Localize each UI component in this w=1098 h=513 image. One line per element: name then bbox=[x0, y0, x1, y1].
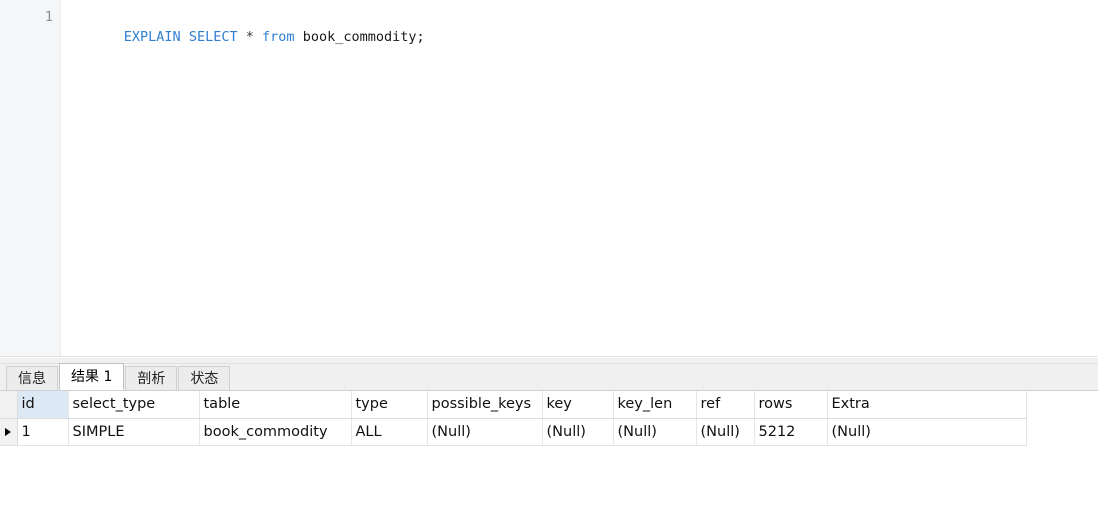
explain-result-grid[interactable]: id select_type table type possible_keys … bbox=[0, 391, 1027, 446]
column-header-key[interactable]: key bbox=[542, 391, 614, 419]
current-row-arrow-icon bbox=[5, 427, 12, 436]
editor-line-number-gutter: 1 bbox=[0, 0, 61, 356]
tab-info[interactable]: 信息 bbox=[6, 366, 58, 390]
column-header-ref[interactable]: ref bbox=[696, 391, 755, 419]
cell-key[interactable]: (Null) bbox=[542, 418, 614, 446]
tab-profile[interactable]: 剖析 bbox=[125, 366, 178, 390]
sql-star-operator: * bbox=[245, 29, 254, 45]
sql-editor[interactable]: 1 EXPLAIN SELECT * from book_commodity; bbox=[0, 0, 1098, 357]
table-header-row: id select_type table type possible_keys … bbox=[0, 391, 1027, 419]
column-header-extra[interactable]: Extra bbox=[827, 391, 1027, 419]
sql-table-identifier: book_commodity; bbox=[302, 29, 425, 45]
cell-rows[interactable]: 5212 bbox=[754, 418, 828, 446]
sql-code-line[interactable]: EXPLAIN SELECT * from book_commodity; bbox=[75, 7, 1098, 67]
column-header-type[interactable]: type bbox=[351, 391, 428, 419]
column-header-possible-keys[interactable]: possible_keys bbox=[427, 391, 543, 419]
sql-space bbox=[254, 29, 262, 45]
column-header-table[interactable]: table bbox=[199, 391, 352, 419]
cell-extra[interactable]: (Null) bbox=[827, 418, 1027, 446]
line-number: 1 bbox=[44, 9, 53, 25]
column-header-id[interactable]: id bbox=[17, 391, 69, 419]
sql-space bbox=[238, 29, 246, 45]
table-row[interactable]: 1 SIMPLE book_commodity ALL (Null) (Null… bbox=[0, 418, 1027, 446]
column-header-rows[interactable]: rows bbox=[754, 391, 828, 419]
cell-select-type[interactable]: SIMPLE bbox=[68, 418, 200, 446]
cell-type[interactable]: ALL bbox=[351, 418, 428, 446]
result-panel: 信息 结果 1 剖析 状态 id select_type table type … bbox=[0, 358, 1098, 513]
sql-keyword-select: SELECT bbox=[188, 29, 238, 45]
result-grid-container[interactable]: id select_type table type possible_keys … bbox=[0, 391, 1098, 513]
sql-keyword-from: from bbox=[262, 29, 295, 45]
current-row-indicator-cell[interactable] bbox=[0, 418, 18, 446]
result-tabstrip: 信息 结果 1 剖析 状态 bbox=[0, 363, 1098, 391]
sql-space bbox=[295, 29, 303, 45]
cell-ref[interactable]: (Null) bbox=[696, 418, 755, 446]
sql-space bbox=[181, 29, 189, 45]
row-header-corner bbox=[0, 391, 18, 419]
cell-id[interactable]: 1 bbox=[17, 418, 69, 446]
column-header-select-type[interactable]: select_type bbox=[68, 391, 200, 419]
cell-key-len[interactable]: (Null) bbox=[613, 418, 697, 446]
sql-keyword-explain: EXPLAIN bbox=[123, 29, 181, 45]
tab-status[interactable]: 状态 bbox=[178, 366, 231, 390]
tab-result-1[interactable]: 结果 1 bbox=[59, 363, 125, 390]
cell-table[interactable]: book_commodity bbox=[199, 418, 352, 446]
column-header-key-len[interactable]: key_len bbox=[613, 391, 697, 419]
cell-possible-keys[interactable]: (Null) bbox=[427, 418, 543, 446]
sql-code-area[interactable]: EXPLAIN SELECT * from book_commodity; bbox=[61, 0, 1098, 356]
